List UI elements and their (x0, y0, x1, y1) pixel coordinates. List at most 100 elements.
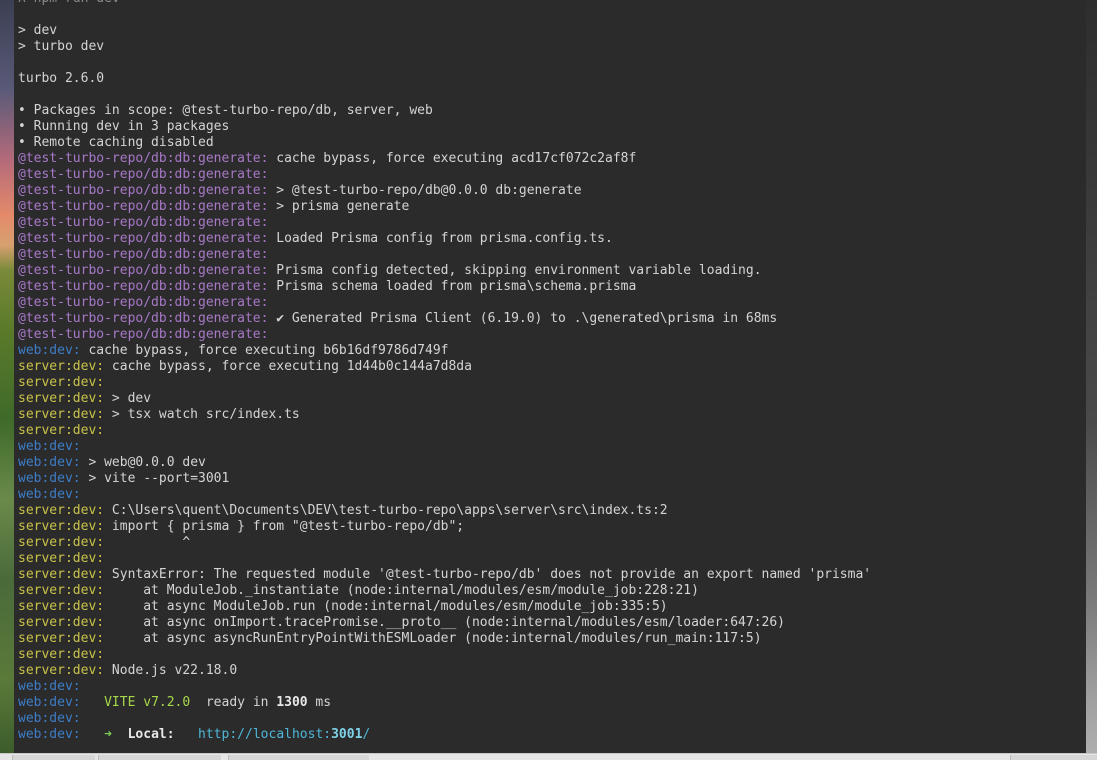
output-text: VITE v7.2.0 (104, 695, 191, 710)
terminal-line: server:dev: SyntaxError: The requested m… (18, 567, 871, 583)
task-prefix: server:dev: (18, 663, 105, 678)
terminal-line: server:dev: ^ (18, 535, 871, 551)
terminal-line: web:dev: VITE v7.2.0 ready in 1300 ms (18, 695, 871, 711)
task-prefix: web:dev: (18, 471, 81, 486)
task-prefix: server:dev: (18, 359, 105, 374)
local-url-link[interactable]: http://localhost: (198, 727, 331, 742)
terminal-line: @test-turbo-repo/db:db:generate: (18, 295, 871, 311)
task-prefix: web:dev: (18, 695, 81, 710)
terminal-window[interactable]: λ npm run dev > dev> turbo dev turbo 2.6… (14, 0, 1086, 759)
output-text: SyntaxError: The requested module '@test… (104, 567, 872, 582)
terminal-line: web:dev: cache bypass, force executing b… (18, 343, 871, 359)
task-prefix: web:dev: (18, 343, 81, 358)
task-prefix: @test-turbo-repo/db:db:generate: (18, 167, 269, 182)
task-prefix: @test-turbo-repo/db:db:generate: (18, 199, 269, 214)
taskbar-item[interactable] (228, 755, 369, 760)
output-text: > prisma generate (268, 199, 410, 214)
terminal-line: @test-turbo-repo/db:db:generate: ✔ Gener… (18, 311, 871, 327)
taskbar-item[interactable] (98, 755, 221, 760)
task-prefix: @test-turbo-repo/db:db:generate: (18, 311, 269, 326)
task-prefix: @test-turbo-repo/db:db:generate: (18, 263, 269, 278)
output-text: turbo 2.6.0 (18, 71, 105, 86)
terminal-line: web:dev: > vite --port=3001 (18, 471, 871, 487)
task-prefix: server:dev: (18, 391, 105, 406)
terminal-line: server:dev: at ModuleJob._instantiate (n… (18, 583, 871, 599)
local-url-link[interactable]: / (362, 727, 370, 742)
task-prefix: server:dev: (18, 423, 105, 438)
output-text: > tsx watch src/index.ts (104, 407, 300, 422)
taskbar-item[interactable] (1010, 755, 1097, 760)
output-text: > vite --port=3001 (80, 471, 230, 486)
terminal-line: web:dev: ➜ Local: http://localhost:3001/ (18, 727, 871, 743)
output-text: > web@0.0.0 dev (80, 455, 206, 470)
terminal-line: @test-turbo-repo/db:db:generate: Prisma … (18, 263, 871, 279)
task-prefix: server:dev: (18, 407, 105, 422)
terminal-line: @test-turbo-repo/db:db:generate: Loaded … (18, 231, 871, 247)
terminal-line: web:dev: (18, 711, 871, 727)
desktop-wallpaper-left (0, 0, 14, 759)
terminal-line: @test-turbo-repo/db:db:generate: (18, 327, 871, 343)
terminal-line: > dev (18, 23, 871, 39)
terminal-line: @test-turbo-repo/db:db:generate: > prism… (18, 199, 871, 215)
task-prefix: @test-turbo-repo/db:db:generate: (18, 279, 269, 294)
terminal-line: • Remote caching disabled (18, 135, 871, 151)
output-text: > turbo dev (18, 39, 105, 54)
output-text: Node.js v22.18.0 (104, 663, 238, 678)
task-prefix: web:dev: (18, 679, 81, 694)
terminal-line: server:dev: (18, 551, 871, 567)
terminal-line: server:dev: Node.js v22.18.0 (18, 663, 871, 679)
task-prefix: server:dev: (18, 519, 105, 534)
task-prefix: server:dev: (18, 599, 105, 614)
task-prefix: server:dev: (18, 375, 105, 390)
output-text: at async ModuleJob.run (node:internal/mo… (104, 599, 668, 614)
output-text: Local: (127, 727, 175, 742)
task-prefix: server:dev: (18, 567, 105, 582)
output-text: • Packages in scope: @test-turbo-repo/db… (18, 103, 433, 118)
terminal-line: @test-turbo-repo/db:db:generate: (18, 167, 871, 183)
terminal-line: @test-turbo-repo/db:db:generate: Prisma … (18, 279, 871, 295)
output-text: ms (307, 695, 332, 710)
output-text: ready in (190, 695, 277, 710)
output-text: • Running dev in 3 packages (18, 119, 230, 134)
terminal-line: server:dev: cache bypass, force executin… (18, 359, 871, 375)
terminal-line: • Packages in scope: @test-turbo-repo/db… (18, 103, 871, 119)
output-text: > @test-turbo-repo/db@0.0.0 db:generate (268, 183, 582, 198)
output-text: at ModuleJob._instantiate (node:internal… (104, 583, 699, 598)
task-prefix: web:dev: (18, 711, 81, 726)
output-text: 1300 (276, 695, 308, 710)
terminal-line: web:dev: (18, 487, 871, 503)
output-text: Prisma config detected, skipping environ… (268, 263, 762, 278)
output-text: ✔ Generated Prisma Client (6.19.0) to .\… (268, 311, 778, 326)
terminal-line: λ npm run dev (18, 0, 871, 7)
output-text: ^ (104, 535, 191, 550)
taskbar-item[interactable] (12, 755, 95, 760)
local-url-link[interactable]: 3001 (331, 727, 362, 742)
output-text: Prisma schema loaded from prisma\schema.… (268, 279, 637, 294)
output-text: at async asyncRunEntryPointWithESMLoader… (104, 631, 762, 646)
output-text: at async onImport.tracePromise.__proto__… (104, 615, 786, 630)
task-prefix: web:dev: (18, 487, 81, 502)
terminal-line: server:dev: at async ModuleJob.run (node… (18, 599, 871, 615)
task-prefix: web:dev: (18, 439, 81, 454)
task-prefix: server:dev: (18, 647, 105, 662)
terminal-line: > turbo dev (18, 39, 871, 55)
task-prefix: server:dev: (18, 551, 105, 566)
terminal-line: server:dev: > tsx watch src/index.ts (18, 407, 871, 423)
terminal-line: @test-turbo-repo/db:db:generate: > @test… (18, 183, 871, 199)
terminal-line: • Running dev in 3 packages (18, 119, 871, 135)
task-prefix: @test-turbo-repo/db:db:generate: (18, 231, 269, 246)
terminal-line: server:dev: at async onImport.tracePromi… (18, 615, 871, 631)
task-prefix: @test-turbo-repo/db:db:generate: (18, 151, 269, 166)
task-prefix: web:dev: (18, 727, 81, 742)
terminal-line: server:dev: (18, 647, 871, 663)
output-text: λ npm run dev (18, 0, 120, 6)
terminal-line: turbo 2.6.0 (18, 71, 871, 87)
terminal-line: web:dev: (18, 679, 871, 695)
terminal-line: web:dev: (18, 439, 871, 455)
task-prefix: server:dev: (18, 535, 105, 550)
